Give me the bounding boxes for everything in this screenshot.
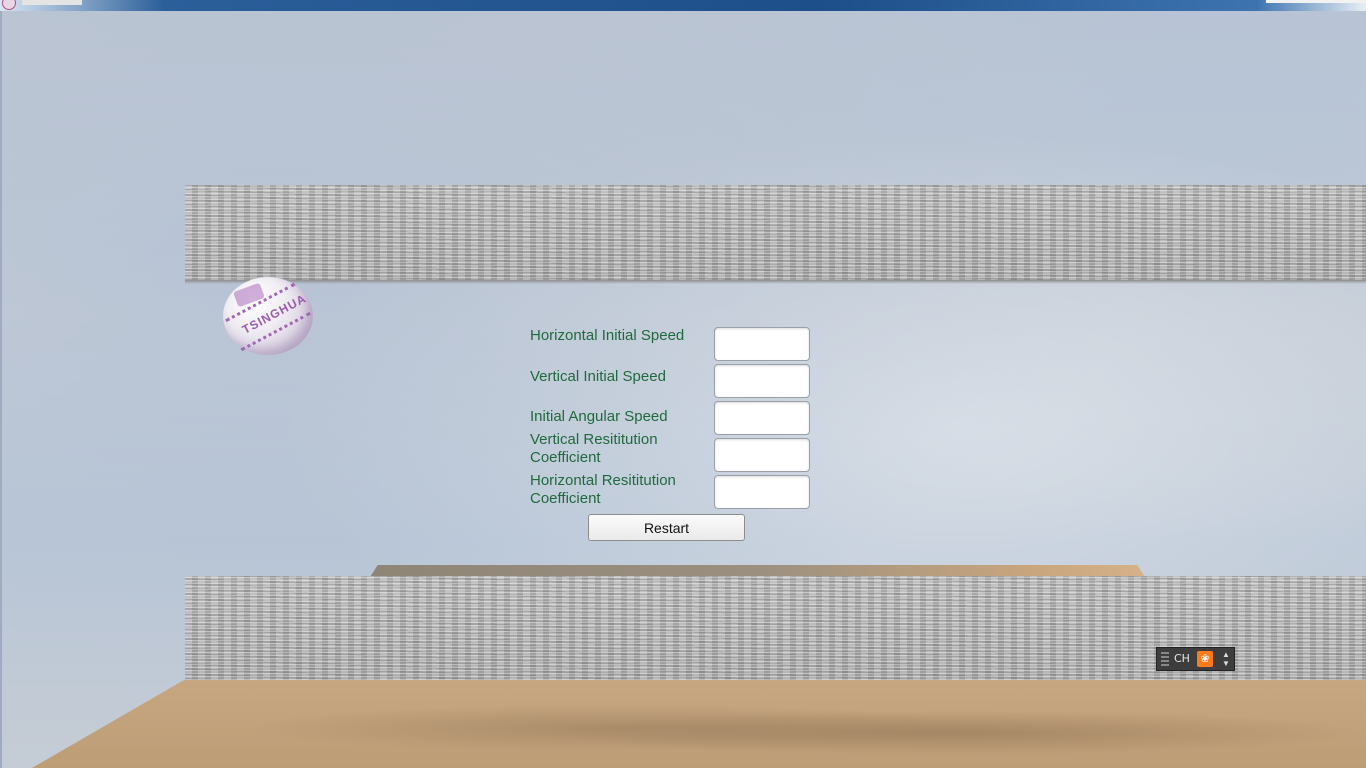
ball: TSINGHUA <box>223 277 313 355</box>
vertical-restitution-label: Vertical Resititution Coefficient <box>530 431 658 466</box>
ime-toolbar[interactable]: CH ❀ ▲ ▼ <box>1156 647 1235 671</box>
vertical-initial-speed-input[interactable] <box>714 364 810 398</box>
ceiling-slab <box>185 185 1366 284</box>
paw-icon[interactable]: ❀ <box>1197 651 1213 667</box>
vertical-initial-speed-label: Vertical Initial Speed <box>530 368 666 385</box>
initial-angular-speed-label: Initial Angular Speed <box>530 408 668 425</box>
window-title <box>22 0 82 5</box>
horizontal-initial-speed-label: Horizontal Initial Speed <box>530 327 685 344</box>
window-controls[interactable] <box>1266 0 1366 3</box>
scroll-arrows-icon[interactable]: ▲ ▼ <box>1221 650 1231 668</box>
ime-language-label[interactable]: CH <box>1174 652 1190 665</box>
window-titlebar[interactable] <box>0 0 1366 11</box>
restart-button[interactable]: Restart <box>588 514 745 541</box>
vertical-restitution-input[interactable] <box>714 438 810 472</box>
horizontal-initial-speed-input[interactable] <box>714 327 810 361</box>
app-icon <box>2 0 16 10</box>
horizontal-restitution-input[interactable] <box>714 475 810 509</box>
grip-handle-icon[interactable] <box>1161 652 1169 666</box>
sand-floor <box>32 680 1366 768</box>
horizontal-restitution-label: Horizontal Resititution Coefficient <box>530 472 676 507</box>
initial-angular-speed-input[interactable] <box>714 401 810 435</box>
